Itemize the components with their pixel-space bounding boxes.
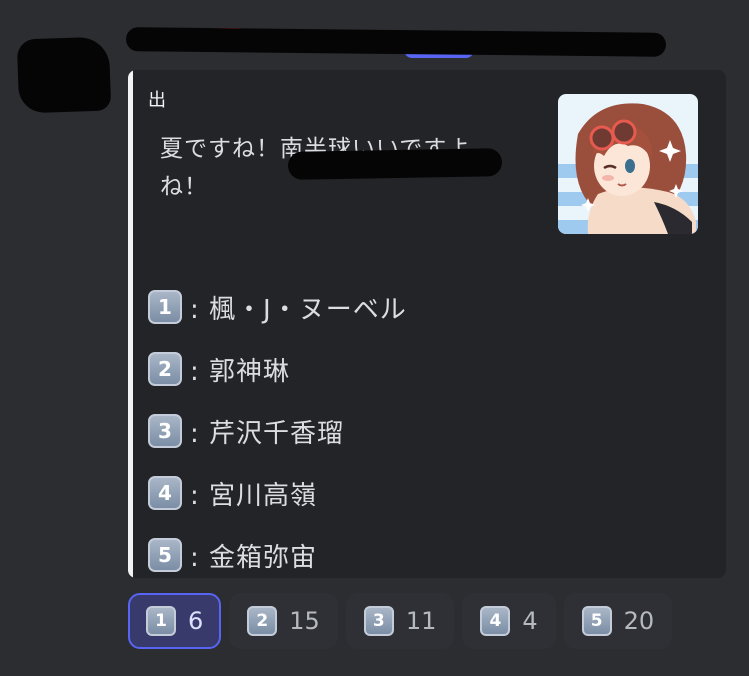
anime-character-avatar-icon [558,94,698,234]
poll-choice: 1 : 楓・J・ヌーベル [148,276,568,338]
keycap-5-icon: 5 [148,538,182,572]
keycap-4-icon: 4 [148,476,182,510]
reaction-button-5[interactable]: 5 20 [563,593,673,649]
keycap-4-icon: 4 [480,606,511,636]
keycap-2-icon: 2 [148,352,182,386]
reaction-count: 6 [188,607,204,635]
poll-choice-label: : 芹沢千香瑠 [190,418,345,449]
reaction-button-3[interactable]: 3 11 [345,593,455,649]
poll-choice: 4 : 宮川高嶺 [148,462,568,524]
reaction-button-1[interactable]: 1 6 [128,593,222,649]
embed-author-fragment: 出 [148,90,166,111]
reaction-count: 20 [623,607,655,635]
keycap-3-icon: 3 [363,606,394,636]
keycap-1-icon: 1 [148,290,182,324]
keycap-1-icon: 1 [146,606,176,636]
keycap-3-icon: 3 [148,414,182,448]
poll-choice-list: 1 : 楓・J・ヌーベル 2 : 郭神琳 3 : 芹沢千香瑠 4 : 宮川高嶺 … [148,276,568,578]
poll-choice-label: : 金箱弥宙 [190,542,318,573]
embed-accent-bar [128,70,133,578]
embed-thumbnail[interactable] [558,94,698,234]
reaction-button-4[interactable]: 4 4 [462,593,556,649]
reaction-bar: 1 6 2 15 3 11 4 4 5 20 [128,593,673,649]
poll-choice-label: : 宮川高嶺 [190,480,318,511]
redacted-avatar-scribble [24,58,102,110]
reaction-count: 4 [522,607,538,635]
poll-choice: 3 : 芹沢千香瑠 [148,400,568,462]
keycap-5-icon: 5 [581,606,612,636]
redacted-embed-author [287,148,503,180]
reaction-count: 11 [405,607,437,635]
reaction-button-2[interactable]: 2 15 [229,593,338,649]
keycap-2-icon: 2 [247,606,278,636]
poll-choice: 2 : 郭神琳 [148,338,568,400]
poll-choice: 5 : 金箱弥宙 [148,524,568,578]
message-embed: 出 夏ですね！南半球いいですよ ね！ 1: 楓・J・ヌーベル 2: 郭神琳 … [128,70,726,578]
reaction-count: 15 [289,607,320,635]
poll-choice-label: : 楓・J・ヌーベル [190,294,407,325]
redacted-username [125,27,667,57]
poll-choice-label: : 郭神琳 [190,356,291,387]
